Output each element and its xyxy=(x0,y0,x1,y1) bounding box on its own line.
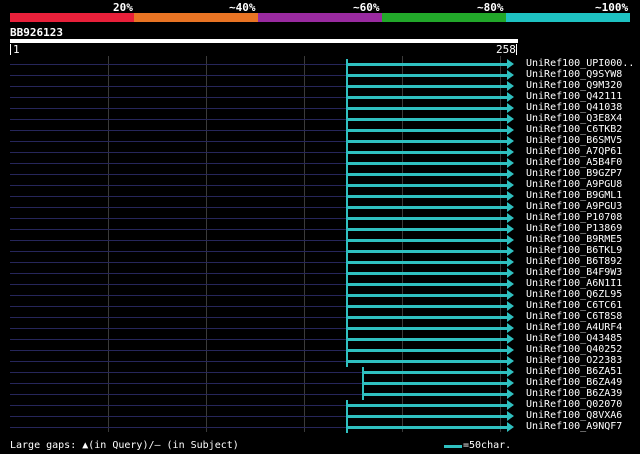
hit-alignment-bar[interactable] xyxy=(346,151,508,154)
hit-alignment-bar[interactable] xyxy=(346,360,508,363)
query-end-tick xyxy=(516,44,517,55)
legend-bar-80 xyxy=(382,13,506,22)
hit-arrow-icon xyxy=(507,345,514,355)
hit-arrow-icon xyxy=(507,356,514,366)
hit-alignment-bar[interactable] xyxy=(346,316,508,319)
hit-alignment-bar[interactable] xyxy=(362,382,508,385)
blast-overview-graphic: 20% ~40% ~60% ~80% ~100% BB926123 1 258 … xyxy=(0,0,640,454)
legend-bar-20 xyxy=(10,13,134,22)
hit-arrow-icon xyxy=(507,246,514,256)
scale-key-bar xyxy=(444,445,462,448)
hit-alignment-bar[interactable] xyxy=(346,338,508,341)
hit-arrow-icon xyxy=(507,367,514,377)
hit-arrow-icon xyxy=(507,334,514,344)
hit-alignment-bar[interactable] xyxy=(346,129,508,132)
hit-alignment-bar[interactable] xyxy=(346,96,508,99)
hit-arrow-icon xyxy=(507,312,514,322)
hit-arrow-icon xyxy=(507,422,514,432)
hit-alignment-bar[interactable] xyxy=(346,118,508,121)
hit-arrow-icon xyxy=(507,323,514,333)
hit-alignment-bar[interactable] xyxy=(346,305,508,308)
hit-alignment-bar[interactable] xyxy=(346,294,508,297)
hit-arrow-icon xyxy=(507,202,514,212)
hit-arrow-icon xyxy=(507,268,514,278)
hit-arrow-icon xyxy=(507,81,514,91)
hit-arrow-icon xyxy=(507,411,514,421)
query-end-label: 258 xyxy=(496,43,516,56)
hit-arrow-icon xyxy=(507,301,514,311)
hit-alignment-bar[interactable] xyxy=(346,261,508,264)
large-gaps-legend: Large gaps: ▲(in Query)/— (in Subject) xyxy=(10,440,239,451)
hit-arrow-icon xyxy=(507,389,514,399)
query-bar xyxy=(10,39,518,43)
hit-alignment-bar[interactable] xyxy=(346,85,508,88)
hit-arrow-icon xyxy=(507,92,514,102)
hit-arrow-icon xyxy=(507,125,514,135)
hit-alignment-bar[interactable] xyxy=(346,63,508,66)
hit-arrow-icon xyxy=(507,103,514,113)
hit-arrow-icon xyxy=(507,169,514,179)
hit-alignment-bar[interactable] xyxy=(362,371,508,374)
hit-alignment-bar[interactable] xyxy=(346,415,508,418)
hit-arrow-icon xyxy=(507,59,514,69)
hit-alignment-bar[interactable] xyxy=(346,107,508,110)
hit-arrow-icon xyxy=(507,114,514,124)
hit-row[interactable]: UniRef100_A9NQF7 xyxy=(0,421,640,433)
hit-alignment-bar[interactable] xyxy=(346,184,508,187)
hit-arrow-icon xyxy=(507,136,514,146)
hit-alignment-bar[interactable] xyxy=(346,250,508,253)
hit-alignment-bar[interactable] xyxy=(346,404,508,407)
hit-arrow-icon xyxy=(507,378,514,388)
scale-key-label: =50char. xyxy=(463,440,512,451)
hit-alignment-bar[interactable] xyxy=(346,327,508,330)
hit-arrow-icon xyxy=(507,279,514,289)
hit-alignment-bar[interactable] xyxy=(346,206,508,209)
hit-arrow-icon xyxy=(507,235,514,245)
query-start-tick xyxy=(10,44,11,55)
hit-arrow-icon xyxy=(507,257,514,267)
hit-alignment-bar[interactable] xyxy=(346,272,508,275)
hit-alignment-bar[interactable] xyxy=(346,195,508,198)
hit-arrow-icon xyxy=(507,70,514,80)
hit-arrow-icon xyxy=(507,290,514,300)
hit-alignment-bar[interactable] xyxy=(346,140,508,143)
hit-alignment-bar[interactable] xyxy=(346,283,508,286)
hit-alignment-bar[interactable] xyxy=(346,162,508,165)
hit-alignment-bar[interactable] xyxy=(362,393,508,396)
hit-alignment-bar[interactable] xyxy=(346,74,508,77)
hit-alignment-bar[interactable] xyxy=(346,228,508,231)
hit-alignment-bar[interactable] xyxy=(346,239,508,242)
hit-arrow-icon xyxy=(507,147,514,157)
hit-arrow-icon xyxy=(507,180,514,190)
hit-alignment-bar[interactable] xyxy=(346,173,508,176)
query-start-label: 1 xyxy=(13,43,20,56)
hit-arrow-icon xyxy=(507,400,514,410)
hit-arrow-icon xyxy=(507,224,514,234)
legend-bar-40 xyxy=(134,13,258,22)
hit-alignment-bar[interactable] xyxy=(346,217,508,220)
hit-alignment-bar[interactable] xyxy=(346,349,508,352)
legend-bar-60 xyxy=(258,13,382,22)
legend-bar-100 xyxy=(506,13,630,22)
hit-label[interactable]: UniRef100_A9NQF7 xyxy=(526,421,622,433)
hit-arrow-icon xyxy=(507,191,514,201)
hit-arrow-icon xyxy=(507,213,514,223)
query-id: BB926123 xyxy=(10,26,63,39)
hit-alignment-bar[interactable] xyxy=(346,426,508,429)
hit-arrow-icon xyxy=(507,158,514,168)
